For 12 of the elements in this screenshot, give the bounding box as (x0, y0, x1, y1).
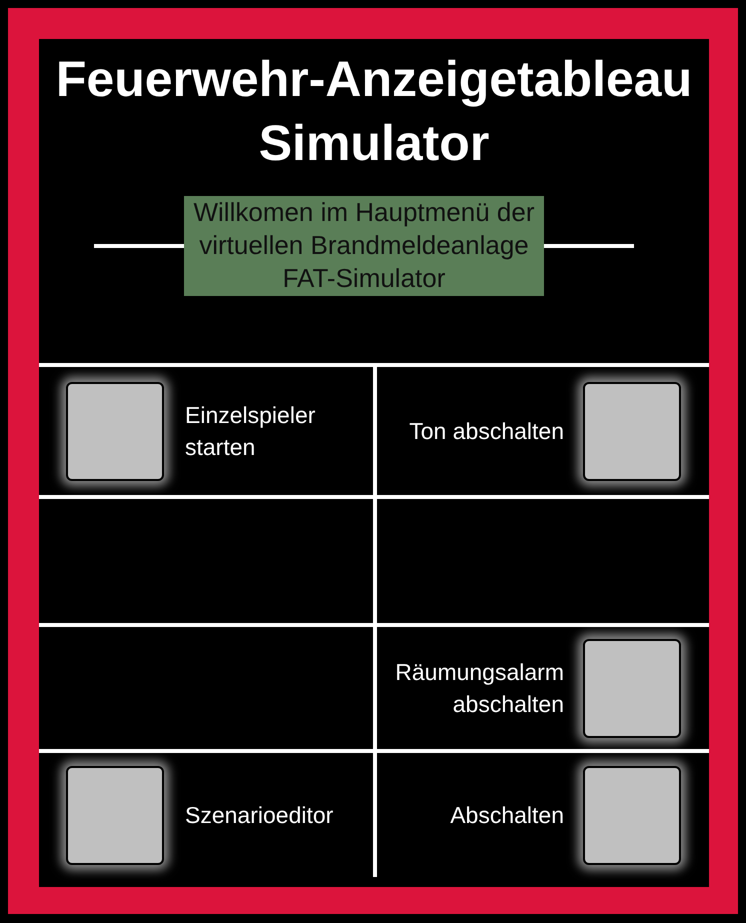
menu-label: Räumungsalarm abschalten (394, 658, 564, 719)
menu-button[interactable] (66, 382, 164, 480)
menu-button[interactable] (66, 766, 164, 864)
menu-label: Szenarioeditor (185, 801, 334, 830)
menu-label: Abschalten (450, 801, 564, 830)
menu-button[interactable] (583, 766, 681, 864)
app-title: Feuerwehr-Anzeigetableau Simulator (54, 50, 694, 173)
menu-button[interactable] (583, 638, 681, 738)
menu-label: Ton abschalten (409, 417, 564, 446)
menu-label: Einzelspieler starten (185, 401, 316, 462)
menu-button[interactable] (583, 382, 681, 480)
welcome-message: Willkomen im Hauptmenü der virtuellen Brandmeldeanlage FAT-Simulator (184, 196, 544, 296)
